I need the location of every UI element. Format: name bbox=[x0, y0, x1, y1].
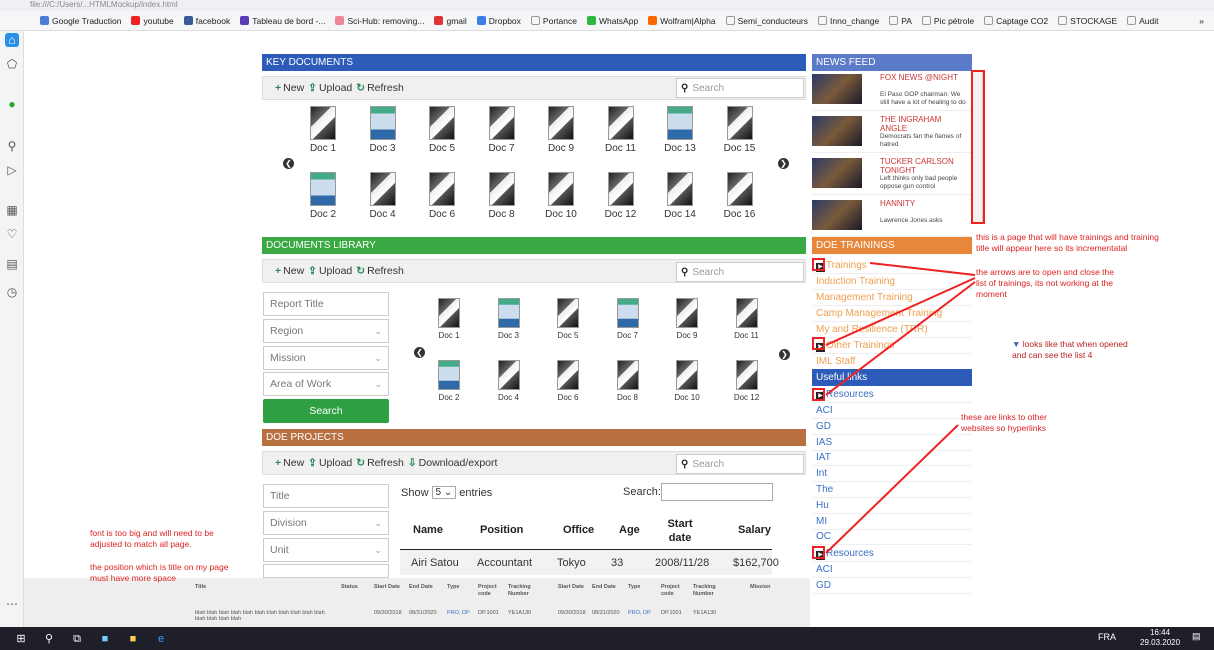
taskbar: ⊞ ⚲ ⧉ ■ ■ e FRA 16:44 29.03.2020 ▤ bbox=[0, 627, 1214, 650]
annotation-text: ▼ looks like that when opened and can se… bbox=[1012, 339, 1132, 361]
search-icon[interactable]: ⚲ bbox=[42, 632, 56, 646]
annotation-text: the arrows are to open and close the lis… bbox=[976, 267, 1114, 299]
annotation-lines bbox=[825, 262, 976, 554]
annotation-text: these are links to other websites so hyp… bbox=[961, 412, 1047, 433]
triangle-down-icon: ▼ bbox=[1012, 339, 1021, 349]
edge-icon[interactable]: e bbox=[154, 632, 168, 646]
notification-icon[interactable]: ▤ bbox=[1192, 631, 1201, 642]
annotation-text: the position which is title on my page m… bbox=[90, 562, 229, 583]
file-explorer-icon[interactable]: ■ bbox=[126, 632, 140, 646]
annotation-text-3: looks like that when opened and can see … bbox=[1012, 339, 1128, 360]
windows-icon[interactable]: ⊞ bbox=[14, 632, 28, 646]
annotation-text: font is too big and will need to be adju… bbox=[90, 528, 214, 549]
date: 29.03.2020 bbox=[1140, 638, 1181, 647]
clock[interactable]: 16:44 29.03.2020 bbox=[1140, 628, 1180, 648]
time: 16:44 bbox=[1150, 628, 1171, 637]
store-icon[interactable]: ■ bbox=[98, 632, 112, 646]
language-indicator[interactable]: FRA bbox=[1098, 632, 1116, 642]
task-view-icon[interactable]: ⧉ bbox=[70, 632, 84, 646]
annotation-text: this is a page that will have trainings … bbox=[976, 232, 1159, 253]
